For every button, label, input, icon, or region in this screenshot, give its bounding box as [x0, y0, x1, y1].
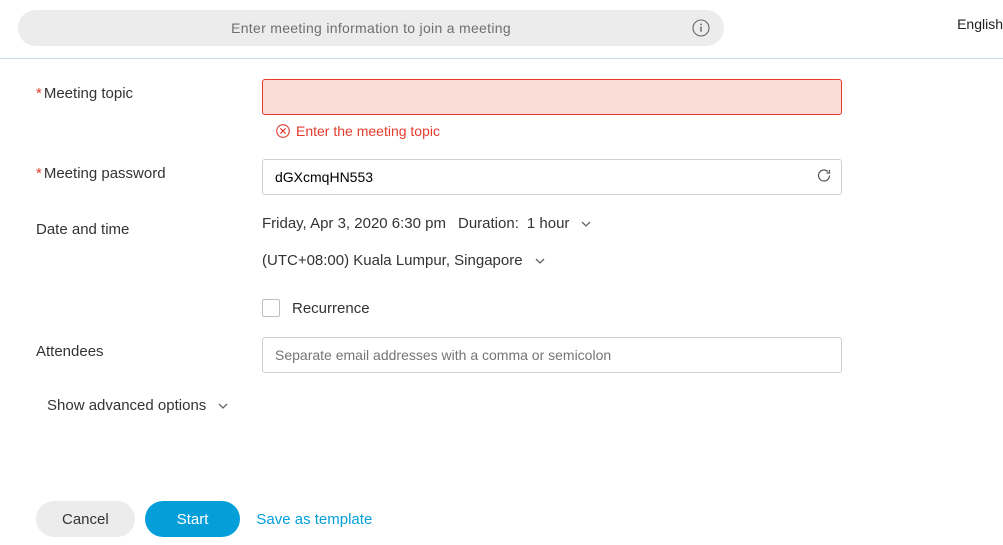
language-selector[interactable]: English	[957, 16, 1003, 32]
chevron-down-icon[interactable]	[579, 217, 593, 231]
required-marker: *	[36, 165, 42, 182]
info-icon[interactable]	[692, 19, 710, 37]
row-meeting-topic: *Meeting topic Enter the meeting topic	[36, 79, 967, 139]
label-datetime-text: Date and time	[36, 221, 129, 238]
meeting-password-input[interactable]	[262, 159, 842, 195]
show-advanced-options-text: Show advanced options	[47, 397, 206, 414]
schedule-form: *Meeting topic Enter the meeting topic *…	[0, 59, 1003, 414]
recurrence-label: Recurrence	[292, 300, 370, 317]
recurrence-line: Recurrence	[262, 299, 842, 317]
start-button[interactable]: Start	[145, 501, 241, 537]
chevron-down-icon	[216, 399, 230, 413]
label-meeting-topic-text: Meeting topic	[44, 85, 133, 102]
recurrence-checkbox[interactable]	[262, 299, 280, 317]
row-datetime: Date and time Friday, Apr 3, 2020 6:30 p…	[36, 215, 967, 317]
top-bar: English	[0, 0, 1003, 58]
datetime-line: Friday, Apr 3, 2020 6:30 pm Duration: 1 …	[262, 215, 842, 232]
label-datetime: Date and time	[36, 215, 262, 238]
search-wrap	[18, 10, 724, 46]
field-datetime: Friday, Apr 3, 2020 6:30 pm Duration: 1 …	[262, 215, 842, 317]
timezone-value[interactable]: (UTC+08:00) Kuala Lumpur, Singapore	[262, 252, 523, 269]
refresh-password-icon[interactable]	[816, 168, 832, 187]
cancel-button[interactable]: Cancel	[36, 501, 135, 537]
save-as-template-link[interactable]: Save as template	[256, 511, 372, 528]
required-marker: *	[36, 85, 42, 102]
row-meeting-password: *Meeting password	[36, 159, 967, 195]
field-attendees	[262, 337, 842, 373]
row-attendees: Attendees	[36, 337, 967, 373]
label-attendees-text: Attendees	[36, 343, 104, 360]
attendees-input[interactable]	[262, 337, 842, 373]
label-attendees: Attendees	[36, 337, 262, 360]
footer-actions: Cancel Start Save as template	[36, 501, 372, 537]
datetime-value[interactable]: Friday, Apr 3, 2020 6:30 pm	[262, 215, 446, 232]
error-icon	[276, 124, 290, 138]
field-meeting-topic: Enter the meeting topic	[262, 79, 842, 139]
label-meeting-password: *Meeting password	[36, 159, 262, 182]
field-meeting-password	[262, 159, 842, 195]
meeting-topic-input[interactable]	[262, 79, 842, 115]
join-meeting-search-input[interactable]	[18, 10, 724, 46]
timezone-line: (UTC+08:00) Kuala Lumpur, Singapore	[262, 252, 842, 269]
duration-label: Duration:	[458, 215, 519, 232]
label-meeting-topic: *Meeting topic	[36, 79, 262, 102]
meeting-topic-error-text: Enter the meeting topic	[296, 123, 440, 139]
label-meeting-password-text: Meeting password	[44, 165, 166, 182]
duration-value[interactable]: 1 hour	[527, 215, 570, 232]
show-advanced-options[interactable]: Show advanced options	[47, 393, 967, 414]
meeting-topic-error: Enter the meeting topic	[276, 123, 842, 139]
chevron-down-icon[interactable]	[533, 254, 547, 268]
